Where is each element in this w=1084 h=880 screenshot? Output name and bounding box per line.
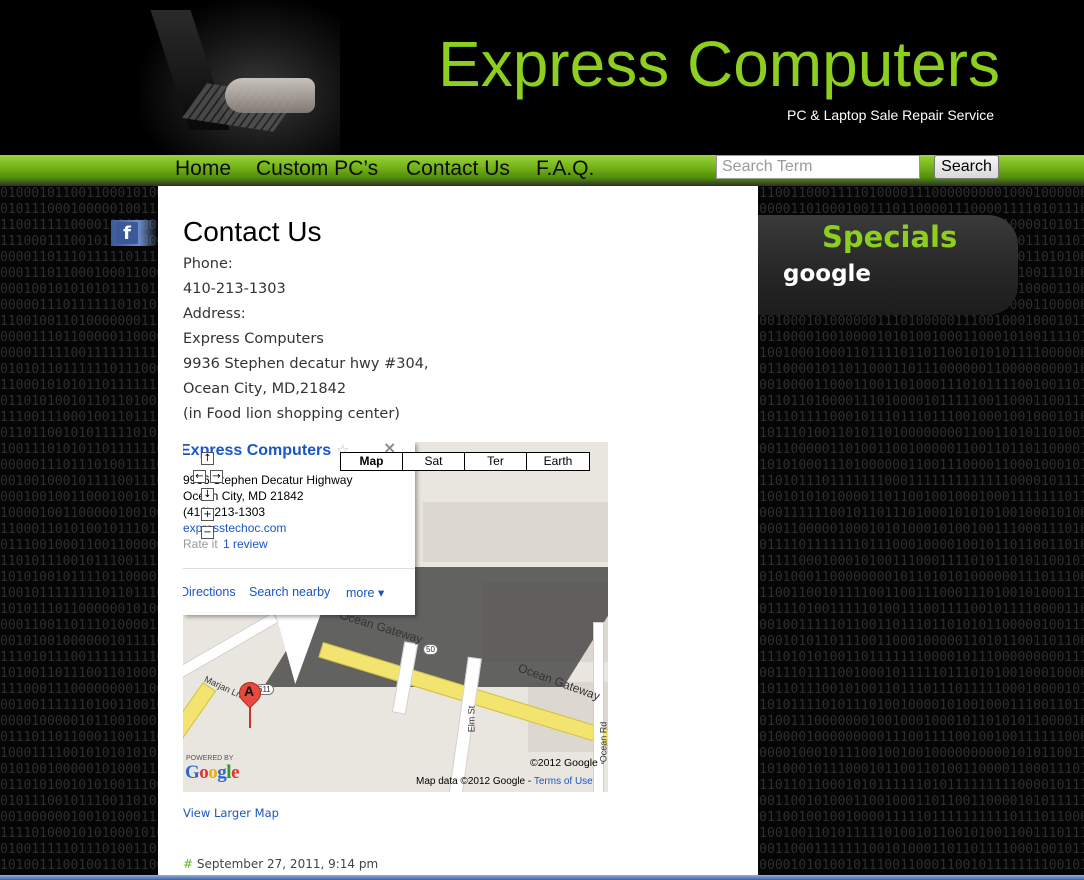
facebook-icon: f [116,222,138,244]
map-marker-label: A [244,683,255,699]
map-type-ter[interactable]: Ter [465,453,527,470]
specials-title: Specials [822,220,958,254]
zoom-out-icon[interactable]: − [201,526,214,539]
zoom-in-icon[interactable]: + [201,508,214,521]
pan-left-icon[interactable]: ← [193,470,206,483]
facebook-tab[interactable]: f [111,220,158,246]
city-state-zip: Ocean City, MD,21842 [183,381,347,397]
view-larger-map-link[interactable]: View Larger Map [183,806,279,820]
directions-link[interactable]: Directions [183,585,236,599]
nav-home[interactable]: Home [175,156,231,182]
main-content: Contact Us Phone: 410-213-1303 Address: … [158,186,758,880]
map-type-selector: Map Sat Ter Earth [340,452,590,471]
google-map[interactable]: Ocean Gateway Ocean Gateway Marjan Ln El… [183,442,608,792]
post-date-text: September 27, 2011, 9:14 pm [196,857,379,871]
nav-contact-us[interactable]: Contact Us [406,156,510,182]
specials-widget: Specials google [758,215,1018,315]
map-data-attribution: Map data ©2012 Google - Terms of Use [416,776,593,787]
os-taskbar [0,875,1084,880]
info-address-line1: 9936 Stephen Decatur Highway [183,473,353,487]
review-link[interactable]: 1 review [223,537,268,551]
page-title: Contact Us [183,216,322,247]
map-type-sat[interactable]: Sat [403,453,465,470]
route-shield-50: 50 [423,644,438,655]
search-nearby-link[interactable]: Search nearby [249,585,330,599]
info-website-link[interactable]: expresstechoc.com [183,521,286,535]
powered-by-label: POWERED BY [186,755,234,762]
nav-bar: Home Custom PC’s Contact Us F.A.Q. [0,155,1084,186]
site-tagline: PC & Laptop Sale Repair Service [787,107,994,123]
more-link[interactable]: more ▾ [346,585,384,600]
search-input[interactable] [716,155,920,179]
site-title: Express Computers [438,28,1000,100]
phone-number: 410-213-1303 [183,281,286,297]
permalink-hash[interactable]: # [183,857,193,871]
street-label-elm: Elm St [466,705,477,733]
business-name: Express Computers [183,331,324,347]
info-phone: (410) 213-1303 [183,505,266,519]
nav-faq[interactable]: F.A.Q. [536,156,594,182]
map-data-label: Map data ©2012 Google - [416,776,532,787]
google-logo[interactable]: Google [185,762,239,784]
address-label: Address: [183,306,246,322]
map-type-map[interactable]: Map [341,453,403,470]
specials-text: google [783,261,872,287]
map-copyright: ©2012 Google - [530,757,605,769]
pan-right-icon[interactable]: → [210,470,223,483]
nav-custom-pcs[interactable]: Custom PC’s [256,156,378,182]
phone-label: Phone: [183,256,233,272]
rate-it-label[interactable]: Rate it [183,537,218,551]
search-button[interactable]: Search [934,155,999,179]
pan-down-icon[interactable]: ↓ [201,488,214,501]
pan-up-icon[interactable]: ↑ [201,452,214,465]
post-date: # September 27, 2011, 9:14 pm [183,857,378,871]
location-note: (in Food lion shopping center) [183,406,400,422]
site-header: Express Computers PC & Laptop Sale Repai… [0,0,1084,155]
laptop-hero-image [140,0,340,155]
street-address: 9936 Stephen decatur hwy #304, [183,356,429,372]
terms-of-use-link[interactable]: Terms of Use [534,776,593,787]
map-type-earth[interactable]: Earth [527,453,589,470]
